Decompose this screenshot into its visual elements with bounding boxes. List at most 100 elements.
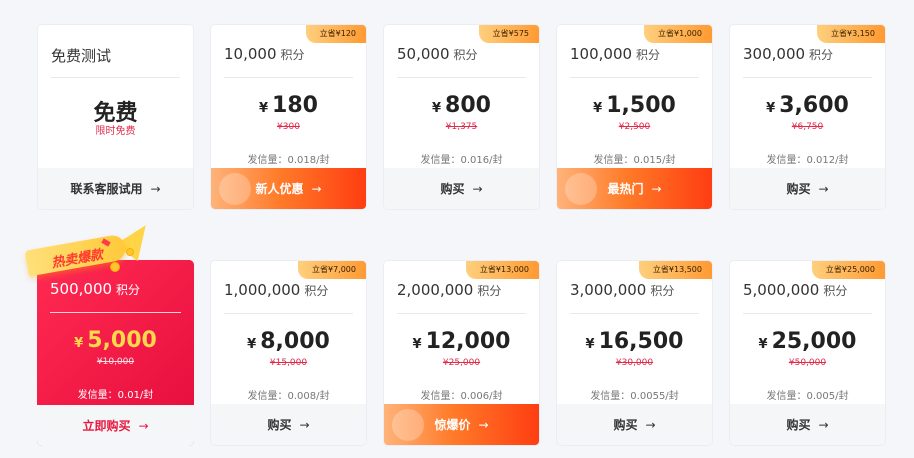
most-popular-button[interactable]: 最热门 → (557, 168, 712, 209)
card-body: 立省¥7,000 1,000,000 积分 ¥8,000 ¥15,000 发信量：… (211, 261, 366, 406)
button-label: 购买 (613, 418, 638, 432)
credits-amount: 3,000,000 积分 (570, 281, 674, 299)
button-label: 购买 (786, 418, 811, 432)
price-value: 5,000 (87, 328, 157, 353)
divider (743, 313, 872, 314)
card-body: 立省¥13,500 3,000,000 积分 ¥16,500 ¥30,000 发信… (557, 261, 712, 406)
price-value: 25,000 (771, 329, 857, 354)
currency-symbol: ¥ (766, 101, 776, 116)
card-body: 免费测试 免费 限时免费 (38, 25, 193, 170)
savings-badge: 立省¥13,500 (638, 261, 712, 279)
buy-now-button[interactable]: 立即购买 → (37, 405, 194, 446)
buy-button[interactable]: 购买 → (730, 168, 885, 209)
arrow-right-icon: → (645, 417, 656, 432)
price-value: 12,000 (425, 329, 511, 354)
credits-value: 1,000,000 (224, 281, 301, 299)
button-label: 惊爆价 (434, 418, 471, 432)
credits-amount: 50,000 积分 (397, 45, 478, 63)
card-body: 立省¥13,000 2,000,000 积分 ¥12,000 ¥25,000 发信… (384, 261, 539, 406)
card-price: ¥12,000 (384, 329, 539, 354)
currency-symbol: ¥ (247, 337, 257, 352)
credits-amount: 300,000 积分 (743, 45, 833, 63)
credits-value: 3,000,000 (570, 281, 647, 299)
original-price: ¥10,000 (96, 357, 135, 367)
credits-value: 300,000 (743, 45, 806, 63)
price-value: 180 (272, 93, 318, 118)
buy-button[interactable]: 购买 → (211, 404, 366, 445)
card-price: ¥800 (384, 93, 539, 118)
credits-unit: 积分 (304, 284, 329, 298)
button-label: 新人优惠 (255, 182, 304, 196)
card-price: ¥1,500 (557, 93, 712, 118)
send-rate: 发信量：0.008/封 (247, 391, 330, 402)
currency-symbol: ¥ (259, 101, 269, 116)
send-rate: 发信量：0.005/封 (766, 391, 849, 402)
free-trial-card: 免费测试 免费 限时免费 联系客服试用 → (37, 24, 194, 210)
card-body: 立省¥3,150 300,000 积分 ¥3,600 ¥6,750 发信量：0.0… (730, 25, 885, 170)
hot-package-card: 500,000 积分 ¥5,000 ¥10,000 发信量：0.01/封 立即购买… (37, 260, 194, 446)
price-value: 3,600 (779, 93, 849, 118)
package-card: 立省¥25,000 5,000,000 积分 ¥25,000 ¥50,000 发信… (729, 260, 886, 446)
credits-unit: 积分 (477, 284, 502, 298)
currency-symbol: ¥ (758, 337, 768, 352)
card-title: 免费测试 (51, 47, 112, 65)
new-user-deal-button[interactable]: 新人优惠 → (211, 168, 366, 209)
original-price: ¥2,500 (618, 122, 651, 132)
credits-unit: 积分 (809, 48, 834, 62)
flame-icon (565, 173, 597, 205)
arrow-right-icon: → (818, 181, 829, 196)
card-body: 立省¥1,000 100,000 积分 ¥1,500 ¥2,500 发信量：0.0… (557, 25, 712, 170)
button-label: 最热门 (607, 182, 644, 196)
divider (50, 312, 181, 313)
package-card: 立省¥7,000 1,000,000 积分 ¥8,000 ¥15,000 发信量：… (210, 260, 367, 446)
package-card: 立省¥120 10,000 积分 ¥180 ¥300 发信量：0.018/封 新人… (210, 24, 367, 210)
divider (224, 77, 353, 78)
original-price: ¥1,375 (445, 122, 478, 132)
card-price: ¥5,000 (37, 328, 194, 353)
price-value: 8,000 (260, 329, 330, 354)
card-price: ¥180 (211, 93, 366, 118)
button-label: 购买 (267, 418, 292, 432)
arrow-right-icon: → (472, 181, 483, 196)
coin-icon (126, 248, 134, 256)
credits-amount: 1,000,000 积分 (224, 281, 328, 299)
divider (397, 313, 526, 314)
package-card: 立省¥3,150 300,000 积分 ¥3,600 ¥6,750 发信量：0.0… (729, 24, 886, 210)
card-body: 立省¥120 10,000 积分 ¥180 ¥300 发信量：0.018/封 (211, 25, 366, 170)
card-price: ¥8,000 (211, 329, 366, 354)
credits-value: 2,000,000 (397, 281, 474, 299)
buy-button[interactable]: 购买 → (557, 404, 712, 445)
credits-unit: 积分 (116, 283, 141, 297)
send-rate: 发信量：0.0055/封 (590, 391, 679, 402)
credits-amount: 5,000,000 积分 (743, 281, 847, 299)
credits-amount: 100,000 积分 (570, 45, 660, 63)
arrow-right-icon: → (818, 417, 829, 432)
send-rate: 发信量：0.012/封 (766, 155, 849, 166)
credits-unit: 积分 (636, 48, 661, 62)
contact-support-button[interactable]: 联系客服试用 → (38, 168, 193, 209)
send-rate: 发信量：0.016/封 (420, 155, 503, 166)
savings-badge: 立省¥3,150 (817, 25, 885, 43)
credits-unit: 积分 (650, 284, 675, 298)
credits-value: 5,000,000 (743, 281, 820, 299)
divider (743, 77, 872, 78)
package-card: 立省¥13,500 3,000,000 积分 ¥16,500 ¥30,000 发信… (556, 260, 713, 446)
send-rate: 发信量：0.01/封 (77, 390, 154, 401)
button-label: 购买 (440, 182, 465, 196)
savings-badge: 立省¥13,000 (465, 261, 539, 279)
credits-value: 100,000 (570, 45, 633, 63)
currency-symbol: ¥ (593, 101, 603, 116)
arrow-right-icon: → (299, 417, 310, 432)
savings-badge: 立省¥1,000 (644, 25, 712, 43)
price-value: 800 (445, 93, 491, 118)
arrow-right-icon: → (138, 418, 149, 433)
credits-amount: 2,000,000 积分 (397, 281, 501, 299)
flash-deal-button[interactable]: 惊爆价 → (384, 404, 539, 445)
send-rate: 发信量：0.006/封 (420, 391, 503, 402)
savings-badge: 立省¥575 (478, 25, 539, 43)
original-price: ¥30,000 (615, 358, 654, 368)
buy-button[interactable]: 购买 → (384, 168, 539, 209)
divider (397, 77, 526, 78)
buy-button[interactable]: 购买 → (730, 404, 885, 445)
send-rate: 发信量：0.015/封 (593, 155, 676, 166)
